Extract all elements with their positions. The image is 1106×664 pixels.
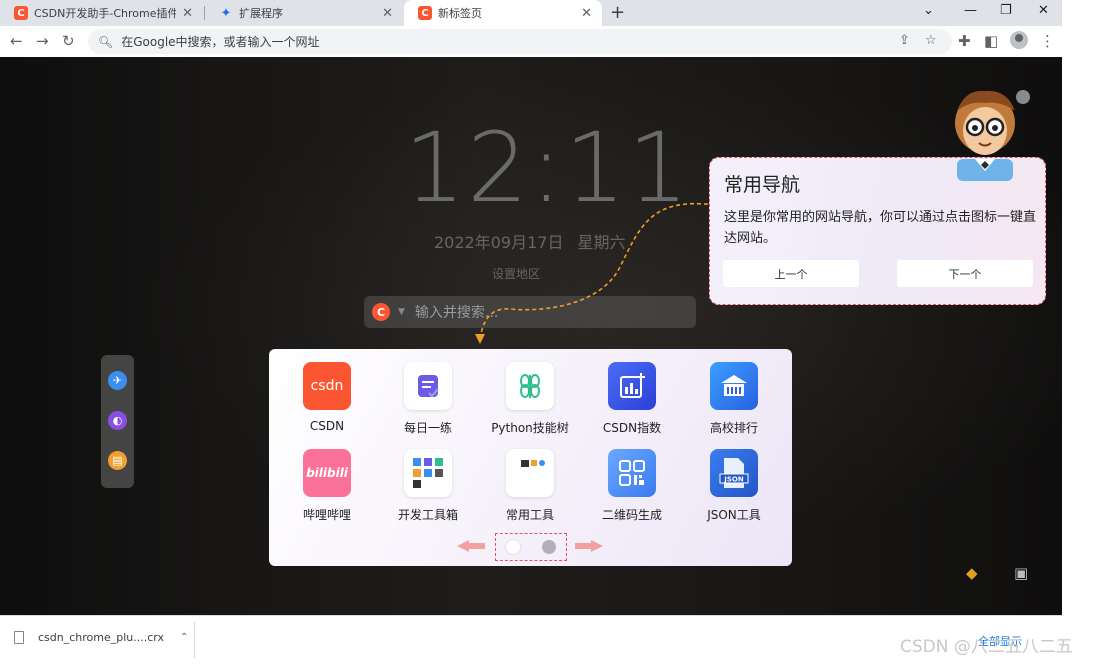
- close-icon[interactable]: ✕: [382, 6, 393, 21]
- nav-item-python-skill-tree[interactable]: Python技能树: [478, 362, 582, 442]
- nav-item-label: 哔哩哔哩: [302, 508, 351, 522]
- minimize-icon[interactable]: —: [964, 3, 977, 18]
- svg-text:JSON: JSON: [723, 476, 744, 484]
- restore-icon[interactable]: ❐: [1000, 3, 1012, 18]
- csdn-icon: csdn: [303, 362, 351, 410]
- nav-item-json-tool[interactable]: JSON JSON工具: [682, 449, 786, 529]
- plane-icon[interactable]: ✈: [108, 371, 127, 390]
- tools-icon: [506, 449, 554, 497]
- search-engine-csdn-icon[interactable]: C: [372, 303, 390, 321]
- nav-item-label: 常用工具: [505, 508, 554, 522]
- browser-toolbar: ← → ↻ 🔍︎ 在Google中搜索，或者输入一个网址 ⇪ ☆ ✚ ◧ ⋮: [0, 26, 1062, 57]
- search-icon: 🔍︎: [98, 34, 114, 49]
- tab-csdn-helper[interactable]: C CSDN开发助手-Chrome插件 程 ✕: [0, 0, 203, 26]
- watermark: CSDN @八二五八二五: [900, 637, 1073, 657]
- nav-item-csdn[interactable]: csdn CSDN: [275, 362, 379, 442]
- divider: [194, 622, 195, 658]
- page-indicator: [495, 533, 567, 561]
- puzzle-icon: ✦: [220, 5, 232, 21]
- toolbox-icon: [404, 449, 452, 497]
- nav-item-common-tools[interactable]: 常用工具: [478, 449, 582, 529]
- nav-item-label: 二维码生成: [601, 508, 662, 522]
- nav-item-label: 开发工具箱: [397, 508, 458, 522]
- close-icon[interactable]: ✕: [182, 6, 193, 21]
- engine-caret-icon[interactable]: ▼: [398, 307, 405, 317]
- guide-connector: [475, 202, 716, 344]
- skill-tree-icon: [506, 362, 554, 410]
- nav-item-university-ranking[interactable]: 高校排行: [682, 362, 786, 442]
- nav-item-label: CSDN: [309, 419, 345, 433]
- tab-extensions[interactable]: ✦ 扩展程序 ✕: [205, 0, 403, 26]
- theme-logo-icon[interactable]: ◆: [966, 564, 978, 582]
- profile-avatar[interactable]: [1010, 31, 1028, 49]
- guide-next-button[interactable]: 下一个: [897, 260, 1033, 287]
- forward-arrow-icon[interactable]: →: [36, 32, 49, 50]
- chevron-up-icon[interactable]: ⌃: [180, 632, 188, 643]
- nav-panel: csdn CSDN 每日一练 Python技能树 CSDN指数 高校排行 bil…: [269, 349, 792, 566]
- window-close-icon[interactable]: ✕: [1038, 3, 1049, 18]
- side-panel-icon[interactable]: ◧: [984, 32, 998, 50]
- bilibili-icon: bilibili: [303, 449, 351, 497]
- mascot-illustration: [955, 90, 1030, 181]
- nav-item-csdn-index[interactable]: CSDN指数: [580, 362, 684, 442]
- new-tab-page: 12:11 2022年09月17日 星期六 设置地区 C ▼ 输入并搜索... ✈…: [0, 57, 1062, 615]
- menu-kebab-icon[interactable]: ⋮: [1040, 32, 1055, 50]
- download-item[interactable]: csdn_chrome_plu....crx ⌃: [14, 631, 188, 644]
- guide-prev-button[interactable]: 上一个: [723, 260, 859, 287]
- planet-icon[interactable]: ◐: [108, 411, 127, 430]
- reload-icon[interactable]: ↻: [62, 32, 75, 50]
- side-dock: ✈ ◐ ▤: [101, 355, 134, 488]
- practice-icon: [404, 362, 452, 410]
- tab-strip: C CSDN开发助手-Chrome插件 程 ✕ ✦ 扩展程序 ✕ C 新标签页 …: [0, 0, 1062, 26]
- bookmark-star-icon[interactable]: ☆: [925, 33, 937, 48]
- nav-item-bilibili[interactable]: bilibili 哔哩哔哩: [275, 449, 379, 529]
- nav-item-daily-practice[interactable]: 每日一练: [376, 362, 480, 442]
- next-page-arrow-icon[interactable]: [573, 539, 605, 553]
- address-placeholder: 在Google中搜索，或者输入一个网址: [121, 35, 320, 49]
- tab-title: 扩展程序: [239, 7, 283, 20]
- nav-item-label: 每日一练: [403, 421, 452, 435]
- qrcode-icon: [608, 449, 656, 497]
- nav-item-label: 高校排行: [709, 421, 758, 435]
- csdn-icon: C: [14, 6, 28, 20]
- file-icon: [14, 631, 24, 644]
- csdn-icon: C: [418, 6, 432, 20]
- share-icon[interactable]: ⇪: [899, 33, 910, 48]
- extensions-puzzle-icon[interactable]: ✚: [958, 32, 971, 50]
- school-icon: [710, 362, 758, 410]
- address-bar[interactable]: 🔍︎ 在Google中搜索，或者输入一个网址: [88, 29, 952, 54]
- guide-title: 常用导航: [724, 174, 801, 196]
- nav-item-label: CSDN指数: [602, 421, 662, 435]
- wallpaper-image-icon[interactable]: ▣: [1014, 564, 1028, 582]
- download-filename: csdn_chrome_plu....crx: [38, 631, 165, 644]
- nav-item-label: Python技能树: [491, 421, 569, 435]
- page-dot[interactable]: [542, 540, 556, 554]
- back-arrow-icon[interactable]: ←: [10, 32, 23, 50]
- tab-title: 新标签页: [438, 7, 482, 20]
- new-tab-plus-icon[interactable]: +: [610, 2, 625, 23]
- chart-icon: [608, 362, 656, 410]
- page-dot-active[interactable]: [506, 540, 520, 554]
- guide-text: 这里是你常用的网站导航，你可以通过点击图标一键直达网站。: [724, 210, 1037, 246]
- nav-item-dev-toolbox[interactable]: 开发工具箱: [376, 449, 480, 529]
- tab-new-tab[interactable]: C 新标签页 ✕: [404, 0, 602, 26]
- tab-title: CSDN开发助手-Chrome插件 程: [34, 7, 177, 20]
- notebook-icon[interactable]: ▤: [108, 451, 127, 470]
- nav-item-qrcode-generator[interactable]: 二维码生成: [580, 449, 684, 529]
- json-icon: JSON: [710, 449, 758, 497]
- close-icon[interactable]: ✕: [581, 6, 592, 21]
- prev-page-arrow-icon[interactable]: [455, 539, 487, 553]
- nav-item-label: JSON工具: [707, 508, 761, 522]
- tab-search-chevron-icon[interactable]: ⌄: [923, 3, 934, 18]
